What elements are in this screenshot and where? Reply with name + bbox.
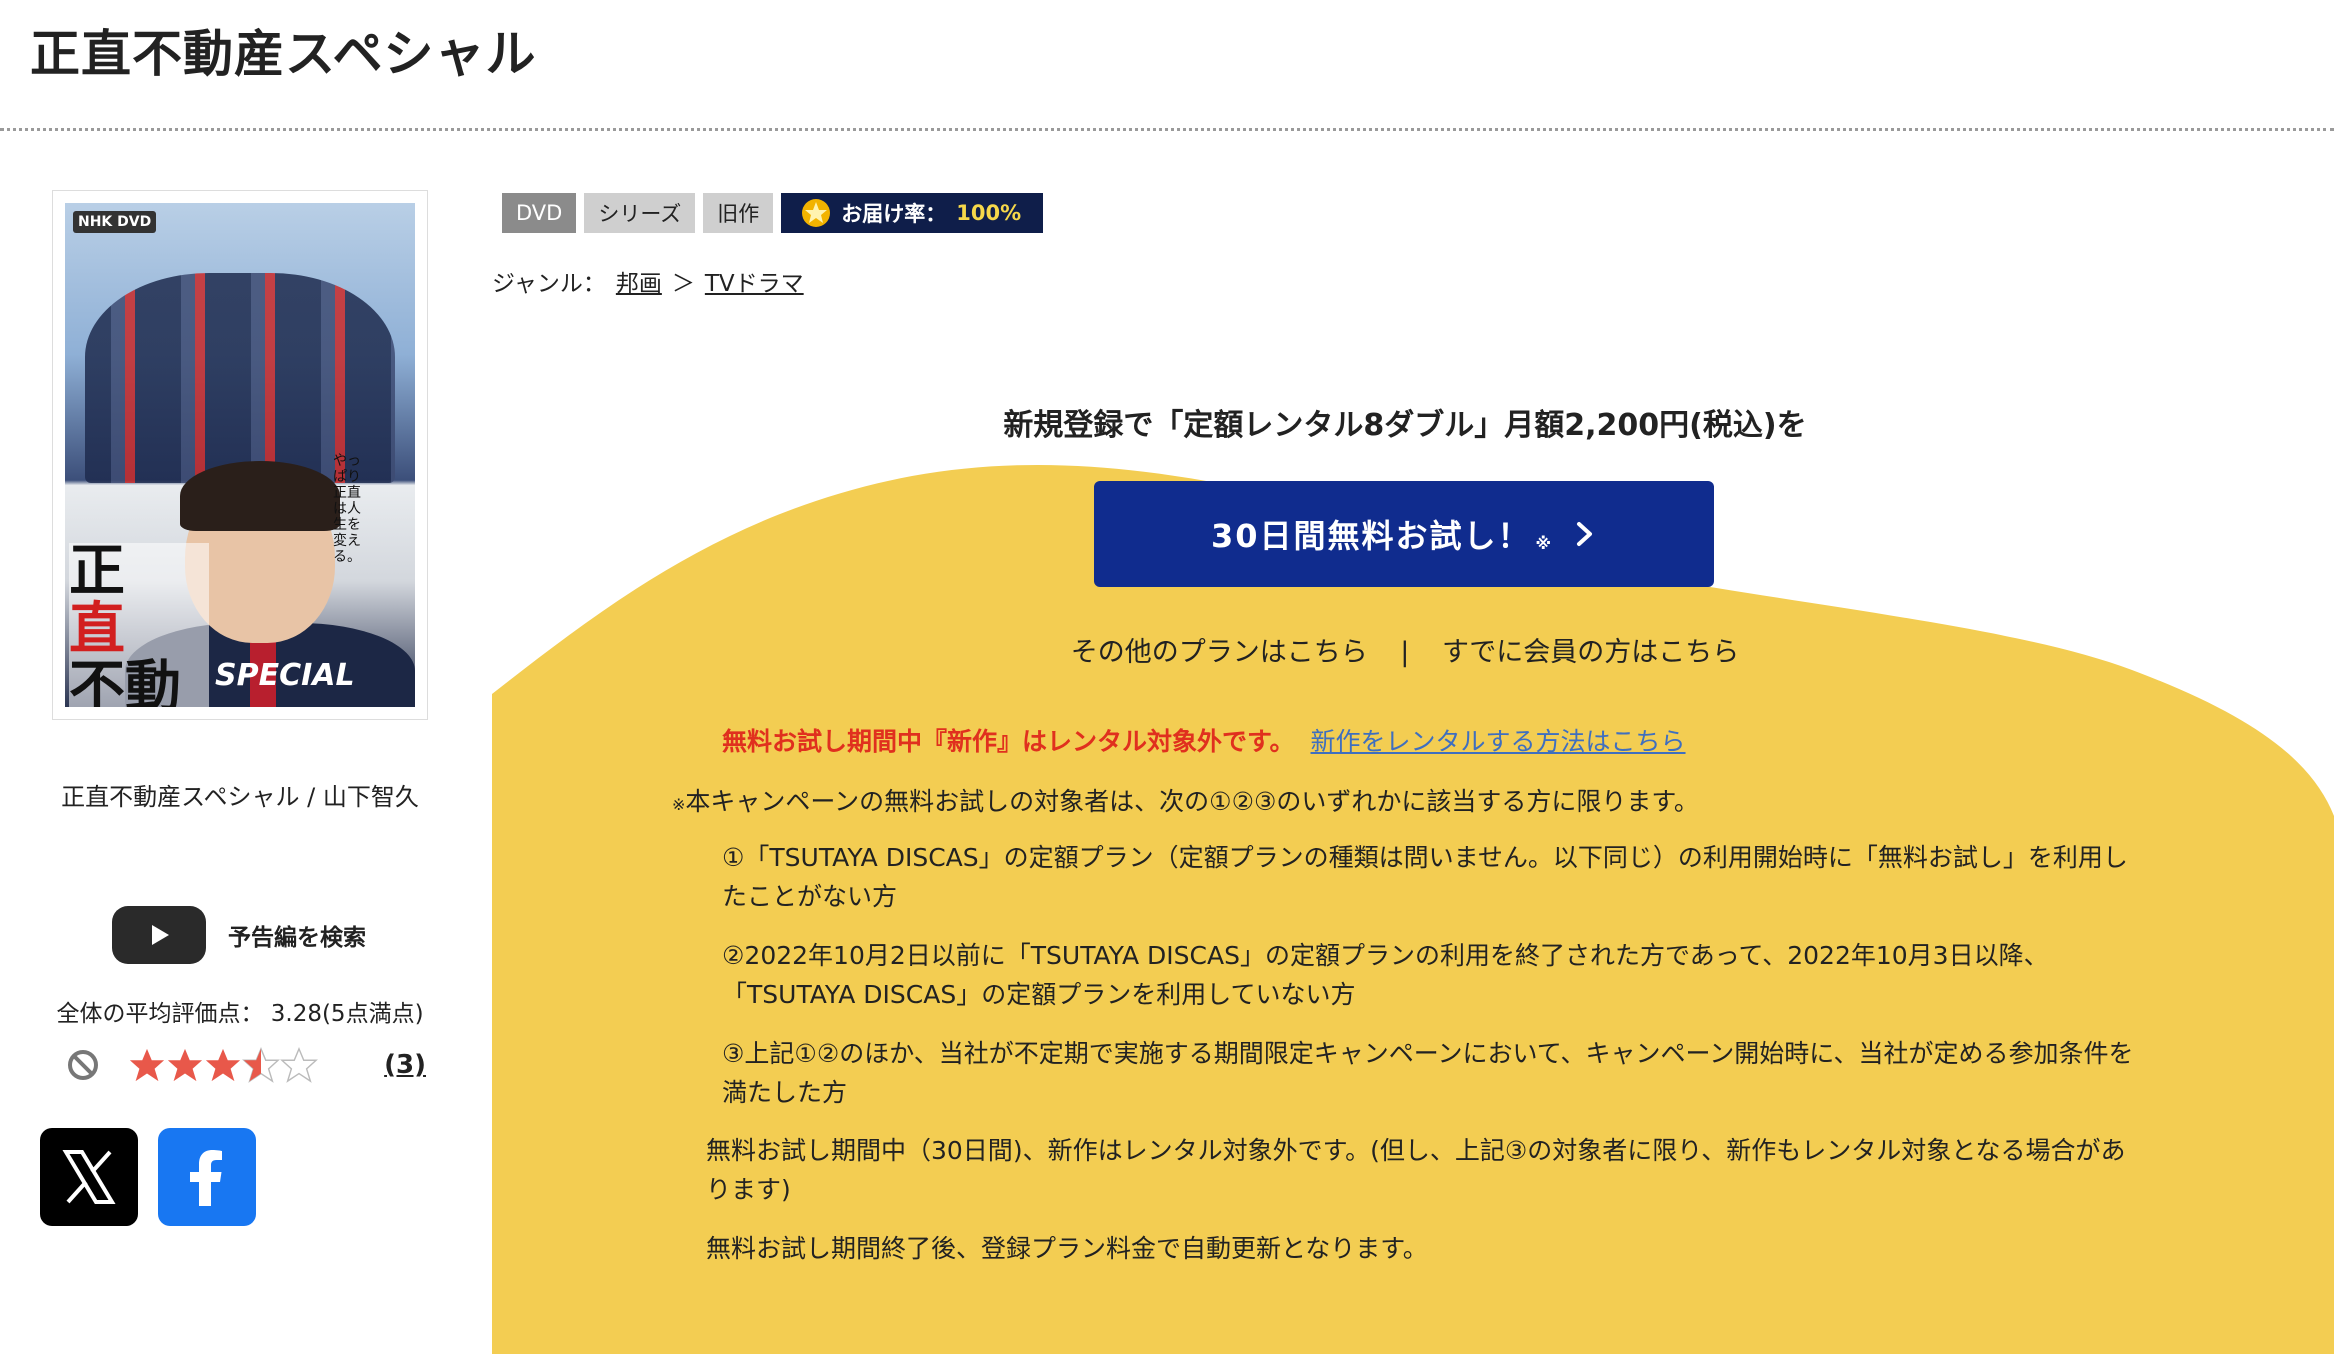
title-divider <box>0 128 2334 131</box>
cover-title: 正 直 不動産 <box>69 543 209 707</box>
term-item-1: ①「TSUTAYA DISCAS」の定額プラン（定額プランの種類は問いません。以… <box>722 843 2128 911</box>
terms-heading-text: 本キャンペーンの無料お試しの対象者は、次の①②③のいずれかに該当する方に限ります… <box>685 787 1699 816</box>
trial-note-1: 無料お試し期間中（30日間)、新作はレンタル対象外です。(但し、上記③の対象者に… <box>706 1136 2126 1204</box>
new-release-rental-link[interactable]: 新作をレンタルする方法はこちら <box>1311 722 1686 758</box>
term-item-2: ②2022年10月2日以前に「TSUTAYA DISCAS」の定額プランの利用を… <box>722 941 2049 1009</box>
member-login-link[interactable]: すでに会員の方はこちら <box>1442 637 1739 668</box>
cta-note: ※ <box>1535 533 1554 553</box>
cover-logo: NHK DVD <box>73 211 157 233</box>
page-title: 正直不動産スペシャル <box>30 25 537 83</box>
new-release-notice: 無料お試し期間中『新作』はレンタル対象外です。 新作をレンタルする方法はこちら <box>722 722 1686 758</box>
terms-mark: ※ <box>672 795 686 814</box>
cover-cast-group <box>85 273 395 483</box>
notice-warning: 無料お試し期間中『新作』はレンタル対象外です。 <box>722 727 1295 756</box>
plan-links: その他のプランはこちら | すでに会員の方はこちら <box>492 630 2318 669</box>
product-cover[interactable]: NHK DVD やっぱり正直は人生を変える。 正 直 不動産 SPECIAL <box>52 190 428 720</box>
trailer-search[interactable]: 予告編を検索 <box>112 906 366 964</box>
star-icon[interactable] <box>128 1046 166 1084</box>
rating-row: (3) <box>66 1046 426 1084</box>
tag-old: 旧作 <box>703 193 774 233</box>
cover-special: SPECIAL <box>215 658 355 693</box>
cta-label: 30日間無料お試し！ <box>1210 517 1532 555</box>
genre-link-level1[interactable]: 邦画 <box>616 264 662 298</box>
genre-label: ジャンル： <box>492 271 606 297</box>
cover-art: NHK DVD やっぱり正直は人生を変える。 正 直 不動産 SPECIAL <box>65 203 415 707</box>
play-icon[interactable] <box>112 906 206 964</box>
product-tags: DVD シリーズ 旧作 お届け率： 100% <box>502 193 1044 233</box>
gold-star-icon <box>802 199 831 227</box>
social-share <box>40 1128 256 1226</box>
no-rating-icon[interactable] <box>66 1048 100 1082</box>
tag-delivery-rate: お届け率： 100% <box>781 193 1044 233</box>
rating-count[interactable]: (3) <box>384 1050 426 1080</box>
cover-title-line1: 正 <box>69 539 125 604</box>
delivery-label: お届け率： <box>841 202 947 226</box>
star-icon[interactable] <box>204 1046 242 1084</box>
plan-links-separator: | <box>1400 637 1410 668</box>
trial-note-2: 無料お試し期間終了後、登録プラン料金で自動更新となります。 <box>706 1234 1428 1263</box>
cover-title-line2: 直 <box>69 597 125 662</box>
trailer-label[interactable]: 予告編を検索 <box>228 918 366 952</box>
rating-summary: 全体の平均評価点： 3.28(5点満点) <box>56 1001 424 1027</box>
delivery-value: 100% <box>956 201 1022 225</box>
genre-link-level2[interactable]: TVドラマ <box>705 264 804 298</box>
star-icon[interactable] <box>166 1046 204 1084</box>
free-trial-button[interactable]: 30日間無料お試し！ ※ <box>1094 481 1714 587</box>
product-caption: 正直不動産スペシャル / 山下智久 <box>61 783 419 811</box>
cover-tagline: やっぱり正直は人生を変える。 <box>333 453 361 565</box>
term-item-3: ③上記①②のほか、当社が不定期で実施する期間限定キャンペーンにおいて、キャンペー… <box>722 1039 2134 1107</box>
other-plans-link[interactable]: その他のプランはこちら <box>1071 637 1368 668</box>
star-icon[interactable] <box>280 1046 318 1084</box>
cover-hair <box>180 461 340 531</box>
cover-title-line3: 不動産 <box>69 655 181 708</box>
tag-series: シリーズ <box>584 193 696 233</box>
x-logo-icon[interactable] <box>40 1128 138 1226</box>
terms-heading: ※本キャンペーンの無料お試しの対象者は、次の①②③のいずれかに該当する方に限りま… <box>672 782 1699 818</box>
chevron-right-icon <box>1577 522 1593 546</box>
campaign-headline: 新規登録で「定額レンタル8ダブル」月額2,200円(税込)を <box>1003 408 1807 443</box>
facebook-logo-icon[interactable] <box>158 1128 256 1226</box>
rating-stars[interactable] <box>128 1046 318 1084</box>
genre-breadcrumb: ジャンル： 邦画 ＞ TVドラマ <box>492 264 804 298</box>
genre-separator: ＞ <box>671 271 695 297</box>
tag-dvd: DVD <box>502 193 577 233</box>
star-icon[interactable] <box>242 1046 280 1084</box>
